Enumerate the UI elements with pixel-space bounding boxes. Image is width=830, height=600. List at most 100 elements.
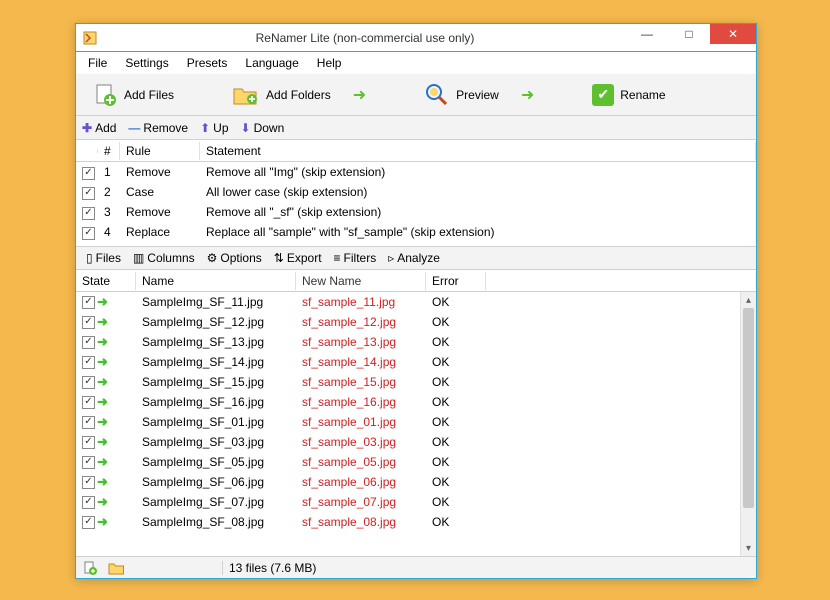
col-newname[interactable]: New Name [296,272,426,290]
file-checkbox[interactable] [82,356,95,369]
file-checkbox[interactable] [82,496,95,509]
menu-presets[interactable]: Presets [179,54,236,72]
export-icon: ⇅ [274,251,284,265]
status-add-folder-icon[interactable] [108,560,126,576]
arrow-icon: ➜ [521,85,534,105]
rule-checkbox[interactable] [82,207,95,220]
close-button[interactable]: ✕ [710,24,756,44]
file-row[interactable]: ➜SampleImg_SF_12.jpgsf_sample_12.jpgOK [76,312,740,332]
window-title: ReNamer Lite (non-commercial use only) [104,31,626,45]
rename-label: Rename [620,88,665,102]
file-row[interactable]: ➜SampleImg_SF_11.jpgsf_sample_11.jpgOK [76,292,740,312]
file-name: SampleImg_SF_16.jpg [136,395,296,409]
scroll-up-icon[interactable]: ▴ [741,292,756,308]
col-num[interactable]: # [98,142,120,160]
rule-checkbox[interactable] [82,227,95,240]
file-error: OK [426,335,486,349]
add-folders-button[interactable]: Add Folders [224,80,339,110]
file-error: OK [426,415,486,429]
col-error[interactable]: Error [426,272,486,290]
titlebar[interactable]: ReNamer Lite (non-commercial use only) —… [76,24,756,52]
rule-row[interactable]: 2CaseAll lower case (skip extension) [76,182,756,202]
plus-icon: ✚ [82,121,92,135]
window-buttons: — □ ✕ [626,24,756,51]
state-arrow-icon: ➜ [97,374,108,390]
file-row[interactable]: ➜SampleImg_SF_05.jpgsf_sample_05.jpgOK [76,452,740,472]
rule-row[interactable]: 1RemoveRemove all "Img" (skip extension) [76,162,756,182]
status-add-file-icon[interactable] [82,560,98,576]
rules-add-button[interactable]: ✚Add [82,121,116,135]
minimize-button[interactable]: — [626,24,668,44]
rule-statement: Remove all "_sf" (skip extension) [200,205,756,219]
down-icon: ⬇ [241,121,251,135]
files-tab-export[interactable]: ⇅Export [270,251,326,265]
file-error: OK [426,295,486,309]
scrollbar[interactable]: ▴ ▾ [740,292,756,556]
file-checkbox[interactable] [82,316,95,329]
rule-checkbox[interactable] [82,167,95,180]
file-checkbox[interactable] [82,416,95,429]
state-arrow-icon: ➜ [97,314,108,330]
main-toolbar: Add Files Add Folders ➜ Preview ➜ ✔ Rena… [76,74,756,116]
rule-checkbox[interactable] [82,187,95,200]
files-tab-columns[interactable]: ▥Columns [129,251,199,265]
file-checkbox[interactable] [82,436,95,449]
file-row[interactable]: ➜SampleImg_SF_03.jpgsf_sample_03.jpgOK [76,432,740,452]
file-name: SampleImg_SF_11.jpg [136,295,296,309]
state-arrow-icon: ➜ [97,454,108,470]
col-state[interactable]: State [76,272,136,290]
file-checkbox[interactable] [82,336,95,349]
file-row[interactable]: ➜SampleImg_SF_13.jpgsf_sample_13.jpgOK [76,332,740,352]
col-stmt[interactable]: Statement [200,142,756,160]
files-tab-files[interactable]: ▯Files [82,251,125,265]
file-checkbox[interactable] [82,476,95,489]
file-row[interactable]: ➜SampleImg_SF_08.jpgsf_sample_08.jpgOK [76,512,740,532]
rules-up-button[interactable]: ⬆Up [200,121,228,135]
preview-button[interactable]: Preview [416,79,507,111]
menu-help[interactable]: Help [309,54,350,72]
rule-statement: All lower case (skip extension) [200,185,756,199]
file-name: SampleImg_SF_07.jpg [136,495,296,509]
rule-row[interactable]: 4ReplaceReplace all "sample" with "sf_sa… [76,222,756,242]
file-name: SampleImg_SF_05.jpg [136,455,296,469]
rule-type: Remove [120,165,200,179]
menu-file[interactable]: File [80,54,115,72]
file-error: OK [426,515,486,529]
file-checkbox[interactable] [82,396,95,409]
menu-settings[interactable]: Settings [117,54,176,72]
state-arrow-icon: ➜ [97,494,108,510]
files-tab-filters[interactable]: ≡Filters [330,251,381,265]
file-checkbox[interactable] [82,376,95,389]
state-arrow-icon: ➜ [97,334,108,350]
preview-label: Preview [456,88,499,102]
state-arrow-icon: ➜ [97,394,108,410]
rule-row[interactable]: 3RemoveRemove all "_sf" (skip extension) [76,202,756,222]
file-row[interactable]: ➜SampleImg_SF_15.jpgsf_sample_15.jpgOK [76,372,740,392]
rules-remove-button[interactable]: —Remove [128,121,188,135]
file-row[interactable]: ➜SampleImg_SF_01.jpgsf_sample_01.jpgOK [76,412,740,432]
rules-remove-label: Remove [143,121,188,135]
statusbar: 13 files (7.6 MB) [76,556,756,578]
add-files-button[interactable]: Add Files [84,79,182,111]
scroll-down-icon[interactable]: ▾ [741,540,756,556]
file-row[interactable]: ➜SampleImg_SF_16.jpgsf_sample_16.jpgOK [76,392,740,412]
file-newname: sf_sample_03.jpg [296,435,426,449]
rules-down-button[interactable]: ⬇Down [241,121,285,135]
maximize-button[interactable]: □ [668,24,710,44]
col-rule[interactable]: Rule [120,142,200,160]
files-tab-options[interactable]: ⚙Options [203,251,266,265]
file-checkbox[interactable] [82,456,95,469]
menu-language[interactable]: Language [237,54,306,72]
file-name: SampleImg_SF_13.jpg [136,335,296,349]
file-checkbox[interactable] [82,296,95,309]
file-row[interactable]: ➜SampleImg_SF_14.jpgsf_sample_14.jpgOK [76,352,740,372]
options-icon: ⚙ [207,251,218,265]
files-tab-analyze[interactable]: ▹Analyze [384,251,444,265]
file-row[interactable]: ➜SampleImg_SF_07.jpgsf_sample_07.jpgOK [76,492,740,512]
scroll-thumb[interactable] [743,308,754,508]
file-row[interactable]: ➜SampleImg_SF_06.jpgsf_sample_06.jpgOK [76,472,740,492]
col-name[interactable]: Name [136,272,296,290]
add-files-icon [92,82,118,108]
file-checkbox[interactable] [82,516,95,529]
rename-button[interactable]: ✔ Rename [584,81,673,109]
